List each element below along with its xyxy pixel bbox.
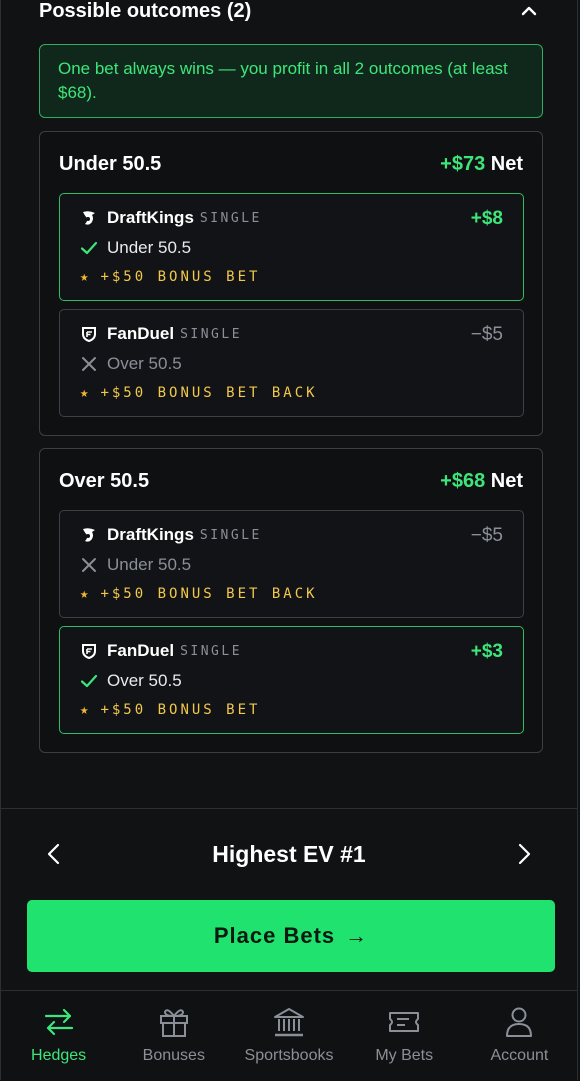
chevron-left-icon[interactable] bbox=[43, 841, 65, 867]
tab-hedges[interactable]: Hedges bbox=[1, 991, 116, 1081]
bet-selection: Under 50.5 bbox=[107, 555, 192, 574]
bonus-text: +$50 BONUS BET BACK bbox=[100, 586, 318, 602]
ticket-icon bbox=[389, 1012, 420, 1032]
bet-type: SINGLE bbox=[180, 326, 243, 342]
bonus-text: +$50 BONUS BET BACK bbox=[100, 385, 318, 401]
bonus-text: +$50 BONUS BET bbox=[100, 269, 261, 285]
bet-card[interactable]: DraftKings SINGLE −$5 Under 50.5 ★ +$50 … bbox=[59, 510, 524, 618]
star-icon: ★ bbox=[80, 269, 89, 285]
book-name: DraftKings bbox=[107, 208, 194, 227]
net-amount: +$68 bbox=[440, 469, 486, 492]
star-icon: ★ bbox=[80, 702, 89, 718]
bottom-tab-bar: Hedges Bonuses Sportsbooks My Bets Accou… bbox=[1, 990, 577, 1081]
net-label: Net bbox=[490, 469, 523, 492]
bet-card[interactable]: DraftKings SINGLE +$8 Under 50.5 ★ +$50 … bbox=[59, 193, 524, 301]
chevron-right-icon[interactable] bbox=[513, 841, 535, 867]
draftkings-icon bbox=[83, 211, 95, 225]
bet-type: SINGLE bbox=[199, 210, 262, 226]
outcome-net: +$73 Net bbox=[440, 153, 523, 176]
tab-my-bets[interactable]: My Bets bbox=[347, 991, 462, 1081]
outcome-card: Under 50.5 +$73 Net DraftKings SINGLE +$… bbox=[39, 131, 543, 436]
bet-amount: +$8 bbox=[470, 208, 503, 229]
outcome-card: Over 50.5 +$68 Net DraftKings SINGLE −$5… bbox=[39, 448, 543, 753]
star-icon: ★ bbox=[80, 586, 89, 602]
book-name: FanDuel bbox=[107, 641, 175, 660]
arrow-right-icon: → bbox=[345, 923, 369, 948]
arrows-swap-icon bbox=[44, 1008, 73, 1036]
tab-label: My Bets bbox=[375, 1047, 434, 1064]
gift-icon bbox=[159, 1009, 188, 1037]
x-icon bbox=[82, 357, 96, 371]
place-bets-label: Place Bets bbox=[213, 923, 336, 948]
tab-label: Sportsbooks bbox=[244, 1047, 334, 1064]
summary-text: One bet always wins — you profit in all … bbox=[58, 59, 508, 102]
tab-bonuses[interactable]: Bonuses bbox=[116, 991, 231, 1081]
outcome-net: +$68 Net bbox=[440, 470, 523, 493]
fanduel-icon bbox=[82, 644, 96, 660]
navigator-title: Highest EV #1 bbox=[212, 840, 366, 867]
net-amount: +$73 bbox=[440, 152, 486, 175]
summary-banner: One bet always wins — you profit in all … bbox=[39, 44, 543, 118]
bet-type: SINGLE bbox=[180, 643, 243, 659]
bank-icon bbox=[274, 1008, 304, 1037]
tab-label: Account bbox=[490, 1047, 549, 1064]
outcome-name: Over 50.5 bbox=[59, 469, 150, 492]
bet-type: SINGLE bbox=[199, 527, 262, 543]
outcome-name: Under 50.5 bbox=[59, 152, 162, 175]
hedge-navigator: Highest EV #1 bbox=[1, 830, 577, 878]
x-icon bbox=[82, 558, 96, 572]
user-icon bbox=[506, 1007, 533, 1037]
tab-account[interactable]: Account bbox=[462, 991, 577, 1081]
tab-label: Bonuses bbox=[142, 1047, 205, 1064]
bet-amount: −$5 bbox=[470, 525, 503, 546]
chevron-up-icon[interactable] bbox=[519, 1, 539, 21]
outcomes-header[interactable]: Possible outcomes (2) bbox=[39, 0, 539, 26]
section-title: Possible outcomes (2) bbox=[39, 0, 252, 22]
check-icon bbox=[80, 241, 98, 255]
check-icon bbox=[80, 674, 98, 688]
bet-selection: Under 50.5 bbox=[107, 238, 192, 257]
book-name: DraftKings bbox=[107, 525, 194, 544]
place-bets-button[interactable]: Place Bets → bbox=[27, 900, 555, 972]
net-label: Net bbox=[490, 152, 523, 175]
bet-amount: −$5 bbox=[470, 324, 503, 345]
bet-selection: Over 50.5 bbox=[107, 354, 182, 373]
divider bbox=[1, 808, 577, 809]
tab-sportsbooks[interactable]: Sportsbooks bbox=[231, 991, 346, 1081]
bonus-text: +$50 BONUS BET bbox=[100, 702, 261, 718]
bet-amount: +$3 bbox=[470, 641, 503, 662]
star-icon: ★ bbox=[80, 385, 89, 401]
book-name: FanDuel bbox=[107, 324, 175, 343]
bet-card[interactable]: FanDuel SINGLE +$3 Over 50.5 ★ +$50 BONU… bbox=[59, 626, 524, 734]
draftkings-icon bbox=[83, 528, 95, 542]
bet-card[interactable]: FanDuel SINGLE −$5 Over 50.5 ★ +$50 BONU… bbox=[59, 309, 524, 417]
app-frame: Possible outcomes (2) One bet always win… bbox=[0, 0, 578, 1081]
fanduel-icon bbox=[82, 327, 96, 343]
tab-label: Hedges bbox=[31, 1047, 87, 1064]
bet-selection: Over 50.5 bbox=[107, 671, 182, 690]
